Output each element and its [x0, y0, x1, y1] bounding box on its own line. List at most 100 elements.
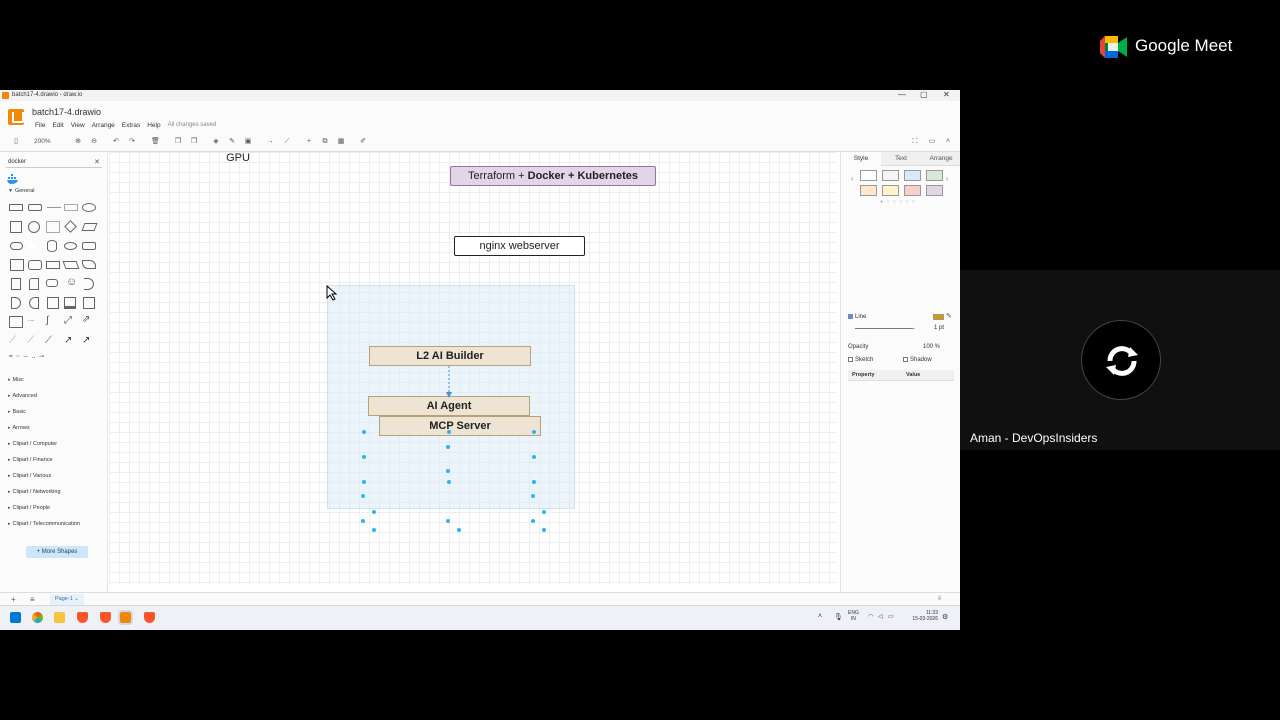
line-color-icon[interactable]: ✎: [228, 138, 236, 146]
menu-extras[interactable]: Extras: [122, 122, 140, 129]
section-clipart-various[interactable]: ▸ Clipart / Various: [8, 473, 51, 479]
selection-handle[interactable]: [532, 455, 536, 459]
shape-table[interactable]: [9, 316, 23, 328]
section-clipart-finance[interactable]: ▸ Clipart / Finance: [8, 457, 53, 463]
style-swatch[interactable]: [882, 185, 899, 196]
connector-arrow[interactable]: [444, 362, 454, 402]
close-button[interactable]: ✕: [943, 90, 950, 99]
shape-link-icon[interactable]: ↗: [82, 335, 90, 346]
shape-actor-icon[interactable]: ☺: [66, 276, 77, 288]
to-front-icon[interactable]: ❐: [174, 138, 182, 146]
selection-handle[interactable]: [531, 494, 535, 498]
shape-connector-icon[interactable]: ↗: [64, 335, 72, 346]
diagram-canvas[interactable]: GPU Terraform + Docker + Kubernetes ngin…: [109, 152, 836, 585]
mcp-server-box[interactable]: MCP Server: [379, 416, 541, 436]
fill-color-icon[interactable]: ◈: [212, 138, 220, 146]
shape-dashed-line-icon[interactable]: ·−: [27, 316, 34, 325]
selection-handle[interactable]: [447, 480, 451, 484]
to-back-icon[interactable]: ❐: [190, 138, 198, 146]
selection-handle[interactable]: [531, 519, 535, 523]
opacity-value[interactable]: 100 %: [923, 344, 940, 350]
shape-dotted-line-icon[interactable]: ⟋: [27, 335, 34, 346]
participant-tile[interactable]: Aman - DevOpsInsiders: [960, 270, 1280, 450]
selection-handle[interactable]: [542, 510, 546, 514]
volume-icon[interactable]: ◁: [878, 613, 883, 620]
copilot-icon[interactable]: [32, 612, 43, 623]
line-checkbox[interactable]: [848, 314, 853, 319]
zoom-select[interactable]: 200%: [34, 138, 51, 145]
shape-rounded-rect[interactable]: [28, 204, 42, 211]
docker-shape-icon[interactable]: [6, 173, 20, 185]
shape-curve-icon[interactable]: ∫: [46, 315, 49, 326]
redo-icon[interactable]: ↷: [128, 138, 136, 146]
line-pattern-dropdown-icon[interactable]: ⌄: [912, 325, 916, 331]
shape-text[interactable]: [47, 207, 61, 208]
shape-internal-storage[interactable]: [10, 259, 24, 271]
shape-note[interactable]: [11, 278, 21, 290]
section-clipart-computer[interactable]: ▸ Clipart / Computer: [8, 441, 57, 447]
clear-search-icon[interactable]: ✕: [94, 157, 100, 168]
shape-hexagon[interactable]: [10, 242, 23, 250]
section-misc[interactable]: ▸ Misc: [8, 377, 24, 383]
selection-handle[interactable]: [457, 528, 461, 532]
selection-handle[interactable]: [532, 480, 536, 484]
sketch-option[interactable]: Sketch: [848, 357, 873, 363]
wifi-icon[interactable]: ◠: [868, 613, 873, 620]
sidebar-toggle-icon[interactable]: ▯: [12, 138, 20, 146]
selection-handle[interactable]: [542, 528, 546, 532]
shape-document[interactable]: [82, 242, 96, 250]
shape-triangle[interactable]: [28, 241, 38, 251]
shape-search-input[interactable]: docker ✕: [6, 157, 102, 168]
menu-arrange[interactable]: Arrange: [92, 122, 115, 129]
clock[interactable]: 11:33 15-03-2026: [904, 610, 938, 622]
format-panel-icon[interactable]: ▭: [928, 138, 936, 146]
menu-edit[interactable]: Edit: [52, 122, 63, 129]
page-tab[interactable]: Page-1 ⌄: [50, 594, 84, 605]
shape-diamond[interactable]: [64, 220, 77, 233]
section-basic[interactable]: ▸ Basic: [8, 409, 26, 415]
microphone-icon[interactable]: 🎙: [834, 613, 843, 621]
shadow-option[interactable]: Shadow: [903, 357, 932, 363]
shape-cube[interactable]: [28, 260, 42, 270]
menu-help[interactable]: Help: [147, 122, 160, 129]
shadow-icon[interactable]: ▣: [244, 138, 252, 146]
shape-and[interactable]: [11, 297, 21, 309]
shape-line-icon[interactable]: ⟋: [9, 335, 16, 346]
selection-handle[interactable]: [447, 430, 451, 434]
selection-handle[interactable]: [446, 445, 450, 449]
add-page-icon[interactable]: +: [11, 595, 16, 604]
section-advanced[interactable]: ▸ Advanced: [8, 393, 37, 399]
swatch-prev-icon[interactable]: ‹: [851, 176, 853, 183]
link-icon[interactable]: ⧉: [321, 138, 329, 146]
section-clipart-people[interactable]: ▸ Clipart / People: [8, 505, 50, 511]
tray-overflow-icon[interactable]: ˄: [818, 613, 822, 620]
selection-handle[interactable]: [362, 480, 366, 484]
shape-square[interactable]: [10, 221, 22, 233]
zoom-in-icon[interactable]: ⊕: [74, 138, 82, 146]
section-general[interactable]: ▼ General: [8, 188, 35, 194]
selection-handle[interactable]: [532, 430, 536, 434]
property-table-header[interactable]: Property Value: [848, 370, 954, 381]
shape-rectangle[interactable]: [9, 204, 23, 211]
section-clipart-networking[interactable]: ▸ Clipart / Networking: [8, 489, 61, 495]
shape-delay[interactable]: [29, 297, 39, 309]
line-pattern-select[interactable]: [855, 328, 913, 329]
selection-handle[interactable]: [446, 469, 450, 473]
more-shapes-button[interactable]: + More Shapes: [26, 546, 88, 558]
swatch-pager-dots[interactable]: ● ○ ○ ○ ○ ○: [880, 199, 916, 205]
shape-cloud[interactable]: [64, 242, 77, 250]
drawio-taskbar-icon[interactable]: [118, 610, 133, 625]
maximize-button[interactable]: ▢: [920, 90, 928, 99]
nginx-box[interactable]: nginx webserver: [454, 236, 585, 256]
shape-tape[interactable]: [82, 260, 96, 269]
shape-parallelogram[interactable]: [81, 223, 98, 231]
shape-cylinder[interactable]: [47, 240, 57, 252]
terraform-box[interactable]: Terraform + Docker + Kubernetes: [450, 166, 656, 186]
shadow-checkbox[interactable]: [903, 357, 908, 362]
line-color-swatch[interactable]: [933, 314, 944, 320]
style-swatch[interactable]: [860, 185, 877, 196]
section-clipart-telecommunication[interactable]: ▸ Clipart / Telecommunication: [8, 521, 80, 527]
edit-line-color-icon[interactable]: ✎: [946, 312, 952, 320]
gpu-label[interactable]: GPU: [223, 152, 253, 166]
brave-browser-icon[interactable]: [77, 612, 88, 623]
